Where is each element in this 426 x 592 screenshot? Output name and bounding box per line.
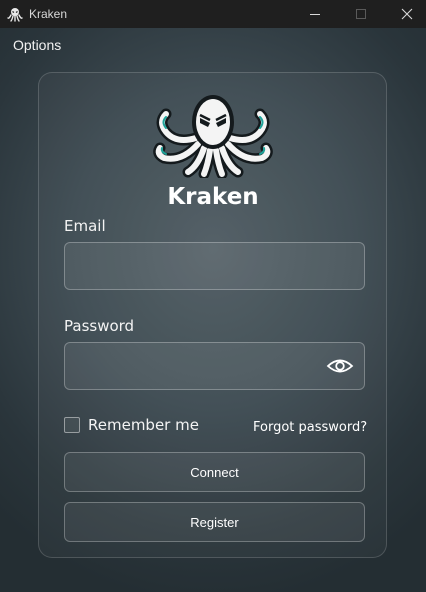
connect-button[interactable]: Connect <box>64 452 365 492</box>
forgot-password-link[interactable]: Forgot password? <box>253 420 367 435</box>
email-input[interactable] <box>65 243 364 289</box>
minimize-icon <box>310 14 320 15</box>
email-label: Email <box>64 217 106 235</box>
remember-me-checkbox[interactable] <box>64 417 80 433</box>
password-input[interactable] <box>65 343 364 389</box>
register-button[interactable]: Register <box>64 502 365 542</box>
password-field-frame <box>64 342 365 390</box>
menu-bar: Options <box>0 28 426 62</box>
maximize-button[interactable] <box>338 0 384 28</box>
close-icon <box>401 8 413 20</box>
email-field-frame <box>64 242 365 290</box>
eye-icon[interactable] <box>326 356 354 376</box>
remember-me-label: Remember me <box>88 416 199 434</box>
octopus-logo <box>153 95 273 178</box>
password-label: Password <box>64 317 135 335</box>
brand-name: Kraken <box>167 184 259 210</box>
close-button[interactable] <box>384 0 426 28</box>
maximize-icon <box>356 9 366 19</box>
menu-options[interactable]: Options <box>13 37 61 53</box>
window-title: Kraken <box>29 7 68 21</box>
minimize-button[interactable] <box>292 0 338 28</box>
remember-me[interactable]: Remember me <box>64 416 199 434</box>
octopus-icon <box>7 8 23 22</box>
